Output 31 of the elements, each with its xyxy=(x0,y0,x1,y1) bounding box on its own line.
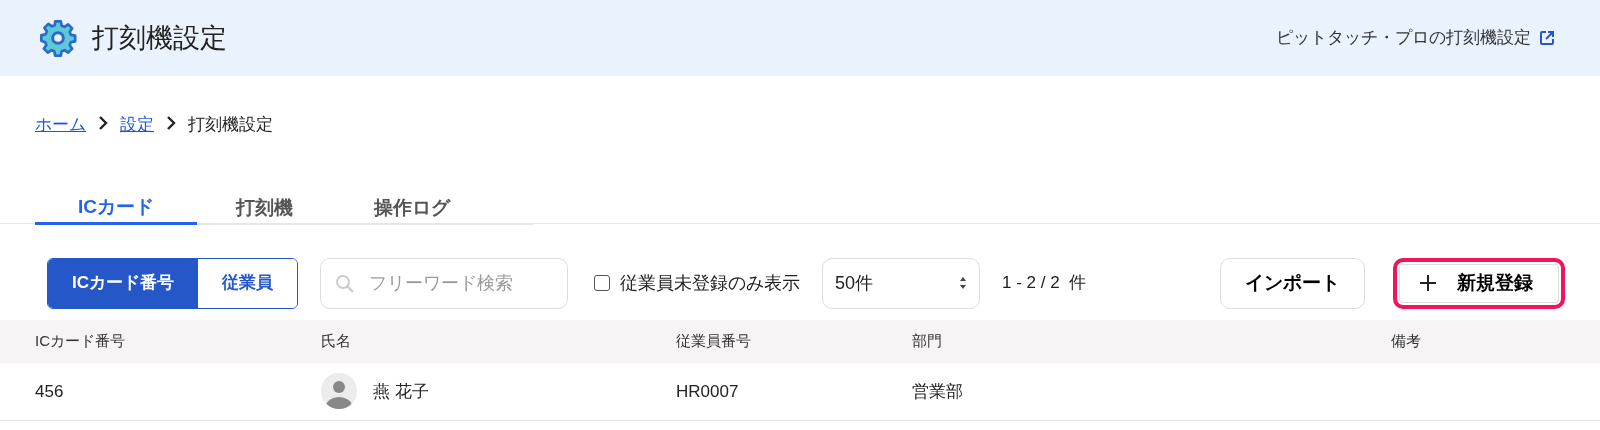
column-header: 部門 xyxy=(911,320,1390,363)
column-header: ICカード番号 xyxy=(0,320,320,363)
breadcrumb-link[interactable]: 設定 xyxy=(120,112,154,138)
sort-arrows-icon xyxy=(959,276,967,290)
external-link-icon xyxy=(1539,30,1555,46)
person-name: 燕 花子 xyxy=(373,380,429,403)
breadcrumb-link[interactable]: ホーム xyxy=(35,112,86,138)
plus-icon xyxy=(1419,274,1437,292)
import-button[interactable]: インポート xyxy=(1220,257,1365,309)
page-size-select[interactable]: 50件 xyxy=(822,257,980,309)
column-header: 氏名 xyxy=(320,320,675,363)
breadcrumb-current: 打刻機設定 xyxy=(188,114,273,136)
tab[interactable]: 打刻機 xyxy=(197,192,332,225)
chevron-icon xyxy=(164,116,178,130)
checkbox[interactable] xyxy=(594,275,610,291)
table-cell: 456 xyxy=(0,363,320,420)
checkbox-label: 従業員未登録のみ表示 xyxy=(620,271,800,295)
page-title: 打刻機設定 xyxy=(92,21,227,55)
column-header: 従業員番号 xyxy=(675,320,911,363)
table-cell: 営業部 xyxy=(911,363,1390,420)
result-count: 1 - 2 / 2 件 xyxy=(1002,272,1087,295)
view-toggle-button[interactable]: ICカード番号 xyxy=(48,258,198,308)
column-header: 備考 xyxy=(1390,320,1600,363)
add-button[interactable]: 新規登録 xyxy=(1393,257,1565,309)
external-link[interactable]: ピットタッチ・プロの打刻機設定 xyxy=(1276,25,1555,51)
tab[interactable]: 操作ログ xyxy=(332,192,492,225)
gear-icon xyxy=(38,18,78,58)
tab[interactable]: ICカード xyxy=(35,192,197,225)
chevron-icon xyxy=(96,116,110,130)
search-field[interactable]: フリーワード検索 xyxy=(320,257,568,309)
table-cell: HR0007 xyxy=(675,363,911,420)
